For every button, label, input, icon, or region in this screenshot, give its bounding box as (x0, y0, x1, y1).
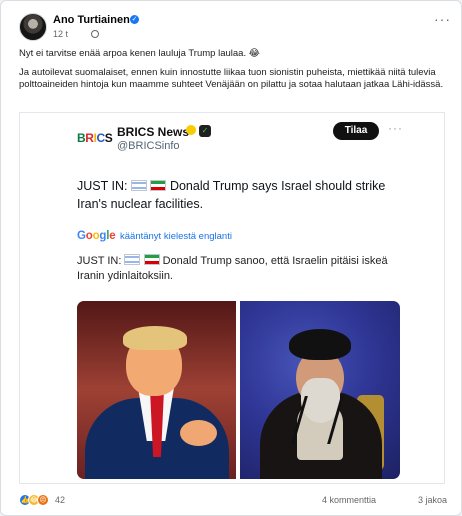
gold-verified-icon (186, 125, 196, 135)
facebook-post-card: Ano Turtiainen ✓ 12 t ··· Nyt ei tarvits… (0, 0, 462, 516)
author-name[interactable]: Ano Turtiainen (53, 14, 130, 26)
embedded-x-post-image[interactable]: BRICS BRICS News ✓ @BRICSinfo Tilaa ··· … (19, 112, 445, 484)
turban (289, 329, 351, 360)
translated-tweet-text: JUST IN: Donald Trump sanoo, että Israel… (77, 254, 407, 284)
israel-flag-icon (124, 254, 141, 265)
post-paragraph: Ja autoilevat suomalaiset, ennen kuin in… (19, 67, 444, 90)
angry-reaction-icon[interactable]: 😠 (37, 494, 49, 506)
account-name: BRICS News (117, 125, 190, 139)
iran-flag-icon (150, 180, 167, 191)
green-check-icon: ✓ (199, 125, 211, 137)
author-avatar[interactable] (19, 13, 47, 41)
brics-logo-letter: R (85, 131, 94, 145)
brics-logo: BRICS (77, 131, 113, 145)
tweet-text: JUST IN: Donald Trump says Israel should… (77, 177, 407, 213)
trump-hair (123, 326, 187, 350)
iran-flag-icon (143, 254, 160, 265)
brics-logo-letter: S (104, 131, 113, 145)
verified-icon: ✓ (130, 15, 139, 24)
google-logo-letter: e (109, 230, 116, 242)
translated-prefix: JUST IN: (77, 255, 122, 267)
translation-label: kääntänyt kielestä englanti (120, 231, 232, 242)
brics-logo-letter: C (96, 131, 106, 145)
reaction-count[interactable]: 42 (55, 495, 65, 505)
google-logo: Google (77, 230, 116, 242)
tweet-prefix: JUST IN: (77, 179, 128, 193)
shares-count[interactable]: 3 jakoa (418, 495, 447, 505)
trump-hands (180, 420, 217, 446)
follow-button[interactable]: Tilaa (333, 122, 379, 140)
embedded-more-icon: ··· (388, 121, 403, 135)
khamenei-photo (240, 301, 400, 479)
post-more-button[interactable]: ··· (434, 11, 451, 27)
google-logo-letter: o (85, 230, 93, 242)
post-header: Ano Turtiainen ✓ 12 t ··· (19, 11, 451, 41)
post-footer: 👍 😂 😠 42 4 kommenttia 3 jakoa (19, 494, 447, 512)
comments-count[interactable]: 4 kommenttia (322, 495, 376, 505)
post-paragraph: Nyt ei tarvitse enää arpoa kenen lauluja… (19, 48, 260, 59)
public-globe-icon (91, 30, 99, 38)
trump-photo (77, 301, 236, 479)
israel-flag-icon (130, 180, 147, 191)
google-logo-letter: G (77, 230, 86, 242)
post-body: Nyt ei tarvitse enää arpoa kenen lauluja… (19, 48, 447, 98)
account-handle: @BRICSinfo (117, 140, 180, 152)
post-time[interactable]: 12 t (53, 29, 68, 39)
